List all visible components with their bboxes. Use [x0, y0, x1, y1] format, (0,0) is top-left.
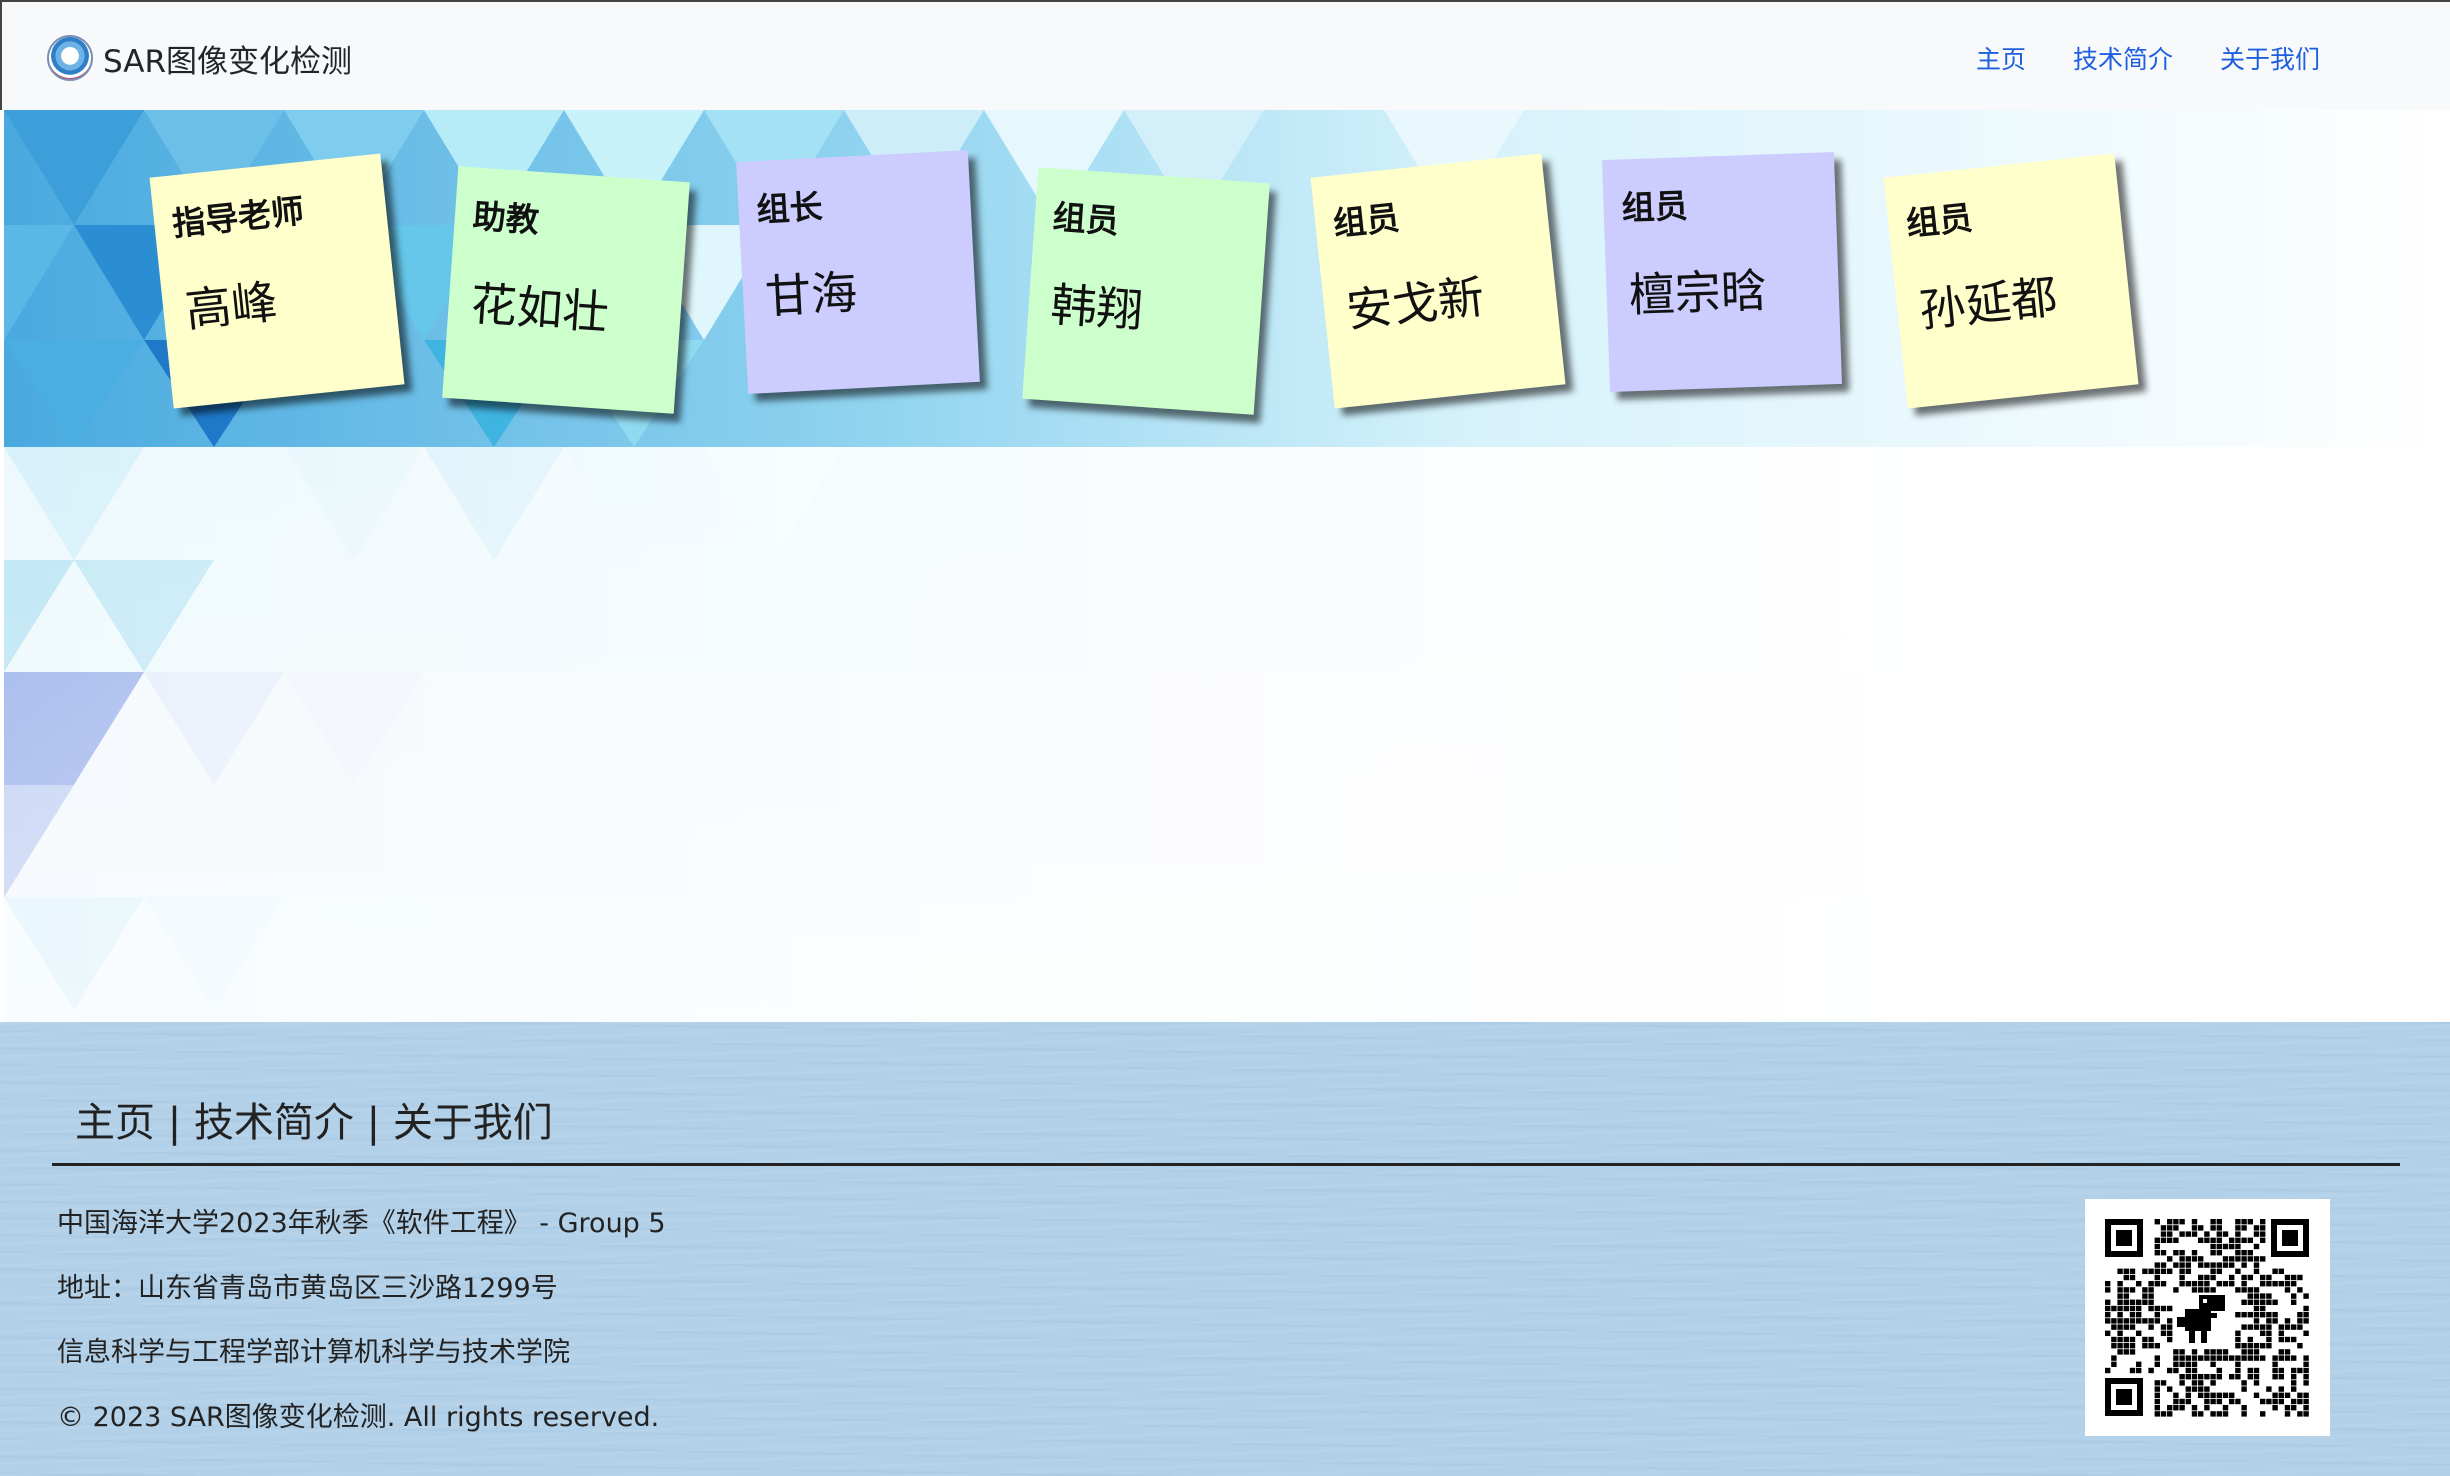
qr-code-icon [2085, 1199, 2330, 1436]
note-member-3: 组员 檀宗晗 [1602, 152, 1842, 392]
nav-link-about-us[interactable]: 关于我们 [2220, 40, 2320, 76]
footer-college: 信息科学与工程学部计算机科学与技术学院 [57, 1337, 570, 1368]
footer-nav: 主页 | 技术简介 | 关于我们 [75, 1090, 553, 1148]
note-name: 孙延都 [1916, 269, 2060, 338]
footer-separator: | [353, 1100, 393, 1146]
note-role: 组员 [1621, 186, 1689, 228]
brand-title: SAR图像变化检测 [103, 43, 352, 80]
note-role: 组员 [1331, 197, 1402, 244]
navbar: SAR图像变化检测 主页 技术简介 关于我们 [0, 0, 2450, 110]
note-name: 甘海 [763, 265, 859, 324]
brand-link[interactable]: SAR图像变化检测 [47, 32, 352, 84]
footer-divider [52, 1163, 2400, 1166]
hero-background: 指导老师 高峰 助教 花如壮 组长 甘海 组员 韩翔 组员 安戈新 组员 檀宗晗… [4, 110, 2450, 1022]
note-name: 花如壮 [468, 276, 611, 340]
note-name: 高峰 [182, 274, 280, 338]
nav-link-tech-intro[interactable]: 技术简介 [2073, 40, 2173, 76]
footer-link-home[interactable]: 主页 [75, 1100, 155, 1146]
nav-links: 主页 技术简介 关于我们 [1976, 40, 2320, 76]
note-role: 组员 [1904, 197, 1975, 244]
nav-link-home[interactable]: 主页 [1976, 40, 2026, 76]
note-name: 檀宗晗 [1627, 263, 1768, 323]
note-advisor: 指导老师 高峰 [149, 153, 405, 409]
note-team-leader: 组长 甘海 [736, 150, 980, 394]
footer: 主页 | 技术简介 | 关于我们 中国海洋大学2023年秋季《软件工程》 - G… [0, 1022, 2450, 1476]
note-role: 指导老师 [170, 190, 306, 244]
note-member-2: 组员 安戈新 [1310, 153, 1566, 409]
university-logo-icon [47, 35, 93, 81]
footer-course: 中国海洋大学2023年秋季《软件工程》 - Group 5 [57, 1208, 666, 1239]
footer-separator: | [155, 1100, 194, 1146]
footer-address: 地址：山东省青岛市黄岛区三沙路1299号 [57, 1272, 558, 1304]
footer-link-about-us[interactable]: 关于我们 [393, 1100, 553, 1146]
note-name: 韩翔 [1048, 277, 1145, 338]
note-member-4: 组员 孙延都 [1883, 153, 2139, 409]
note-member-1: 组员 韩翔 [1022, 167, 1270, 415]
note-role: 助教 [471, 196, 541, 240]
note-name: 安戈新 [1343, 269, 1487, 338]
note-assistant: 助教 花如壮 [442, 166, 690, 414]
footer-copyright: © 2023 SAR图像变化检测. All rights reserved. [57, 1401, 660, 1433]
footer-link-tech-intro[interactable]: 技术简介 [194, 1100, 354, 1146]
note-role: 组员 [1051, 197, 1121, 241]
footer-info: 中国海洋大学2023年秋季《软件工程》 - Group 5 地址：山东省青岛市黄… [57, 1192, 666, 1450]
note-role: 组长 [755, 186, 824, 230]
